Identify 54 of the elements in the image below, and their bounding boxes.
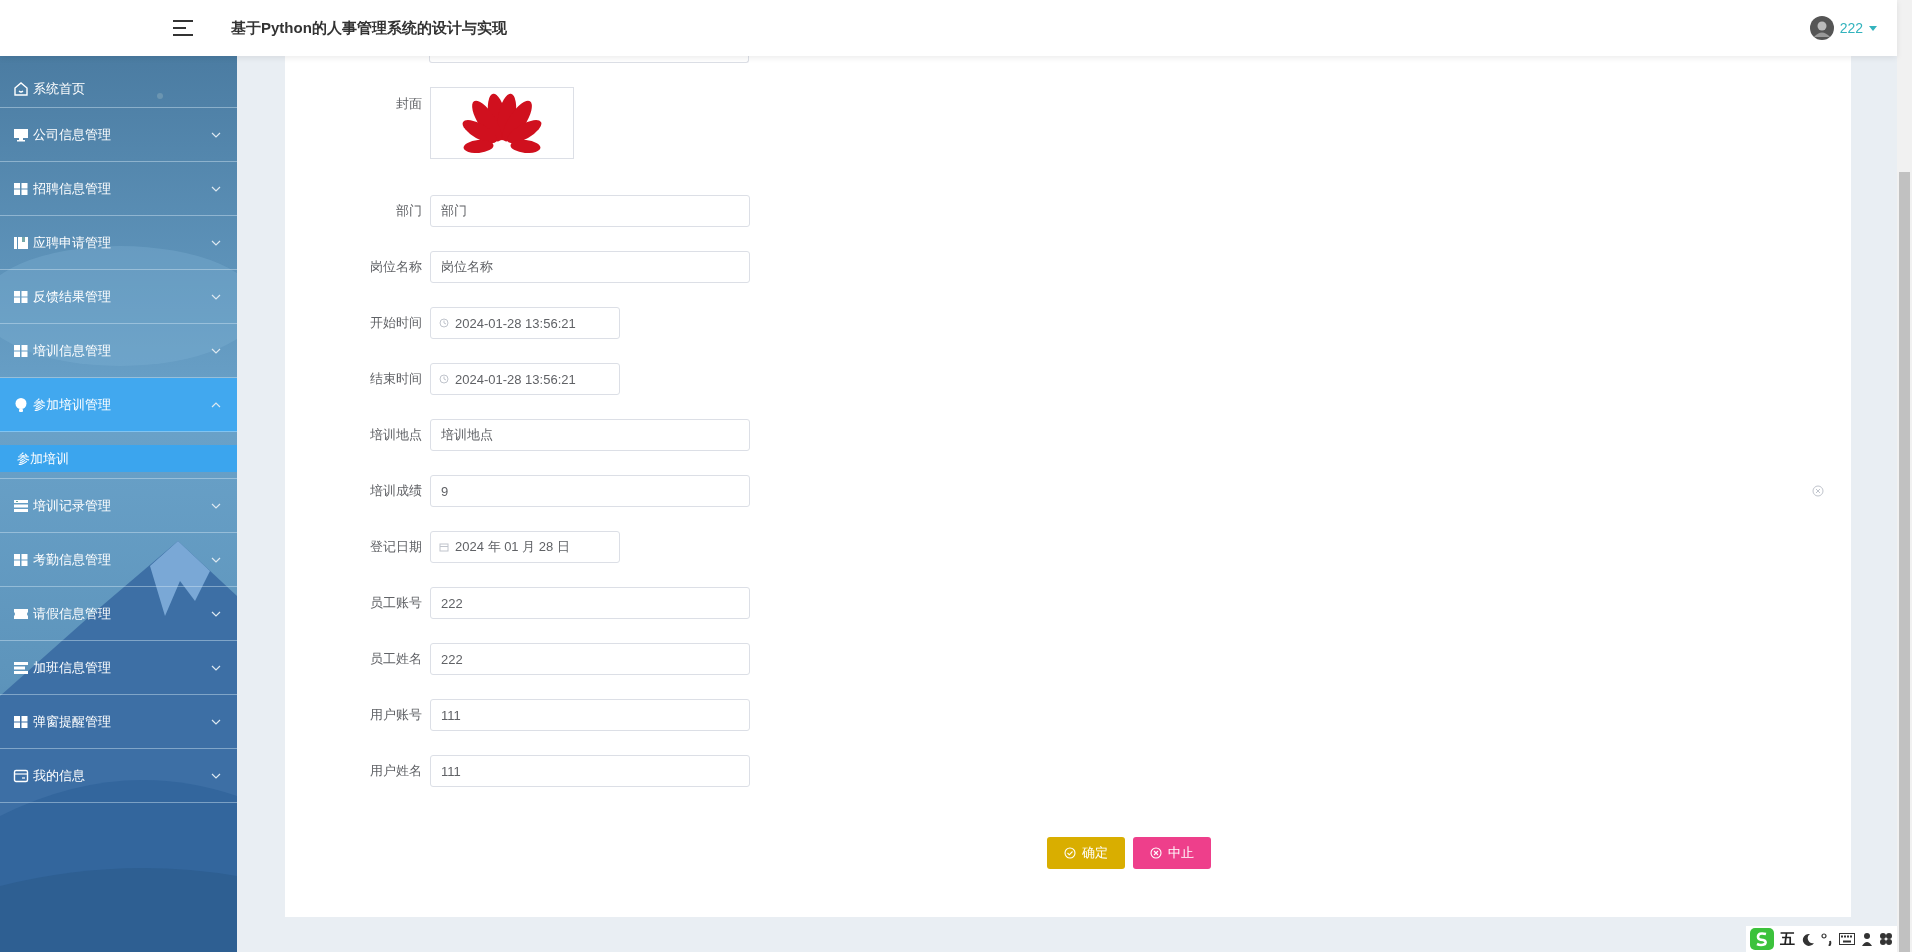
field-label: 员工姓名 [369, 650, 423, 668]
avatar[interactable] [1809, 16, 1834, 40]
field-label: 部门 [395, 202, 423, 220]
cancel-button[interactable]: 中止 [1133, 837, 1211, 869]
input-field[interactable]: 111 [430, 755, 750, 787]
input-field[interactable]: 111 [430, 699, 750, 731]
input-field[interactable]: 部门 [430, 195, 750, 227]
field-label: 员工账号 [369, 594, 423, 612]
field-label: 岗位名称 [369, 258, 423, 276]
input-field[interactable]: 222 [430, 587, 750, 619]
grid-icon [13, 713, 29, 730]
check-circle-icon [1064, 847, 1076, 859]
list-icon [13, 497, 29, 514]
field-label: 开始时间 [369, 314, 423, 332]
app-title: 基于Python的人事管理系统的设计与实现 [231, 18, 507, 38]
grid-icon [13, 342, 29, 359]
menu-icon[interactable] [173, 20, 193, 36]
clock-icon [439, 318, 449, 328]
field-label: 用户姓名 [369, 762, 423, 780]
field-label: 培训成绩 [369, 482, 423, 500]
input-mode[interactable]: 五 [1780, 929, 1795, 949]
grid-icon [13, 288, 29, 305]
submenu-item[interactable]: 参加培训 [0, 445, 237, 472]
scrollbar-thumb[interactable] [1899, 172, 1910, 952]
moon-icon[interactable] [1801, 932, 1815, 946]
person-icon[interactable] [1861, 932, 1873, 946]
book-icon [13, 234, 29, 251]
scrollbar[interactable] [1897, 0, 1912, 952]
home-icon [13, 80, 29, 97]
grid-icon [13, 551, 29, 568]
keyboard-icon[interactable] [1839, 932, 1855, 946]
input-field[interactable]: 培训地点 [430, 419, 750, 451]
field-label: 登记日期 [369, 538, 423, 556]
close-icon [1150, 847, 1162, 859]
field-label: 封面 [395, 95, 423, 113]
field-label: 培训地点 [369, 426, 423, 444]
datetime-field[interactable]: 2024-01-28 13:56:21 [430, 363, 620, 395]
field-label: 结束时间 [369, 370, 423, 388]
input-field[interactable] [429, 56, 749, 63]
monitor-icon [13, 126, 29, 143]
clover-icon[interactable] [1879, 932, 1893, 946]
list-icon [13, 659, 29, 676]
date-field[interactable]: 2024 年 01 月 28 日 [430, 531, 620, 563]
grid-icon [13, 180, 29, 197]
input-field[interactable]: 9 [430, 475, 750, 507]
clock-icon [439, 374, 449, 384]
card-icon [13, 767, 29, 784]
punctuation-icon[interactable] [1821, 932, 1833, 946]
input-field[interactable]: 222 [430, 643, 750, 675]
bulb-icon [13, 396, 29, 413]
input-field[interactable]: 岗位名称 [430, 251, 750, 283]
datetime-field[interactable]: 2024-01-28 13:56:21 [430, 307, 620, 339]
field-label: 用户账号 [369, 706, 423, 724]
calendar-icon [439, 542, 449, 552]
